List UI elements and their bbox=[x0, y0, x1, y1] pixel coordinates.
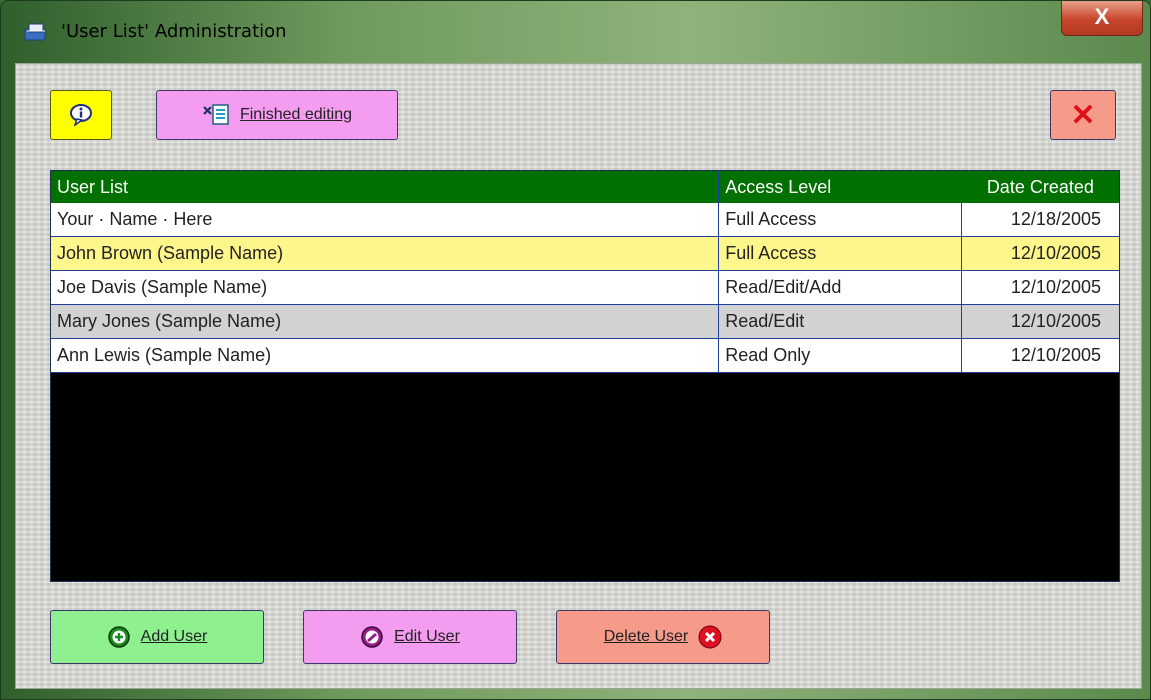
cell-user-name[interactable]: Mary Jones (Sample Name) bbox=[51, 304, 720, 339]
window-title: 'User List' Administration bbox=[61, 21, 287, 42]
edit-document-icon bbox=[203, 104, 229, 125]
delete-user-button[interactable]: Delete User bbox=[556, 610, 770, 664]
table-header-row: User List Access Level Date Created bbox=[51, 171, 1119, 203]
cell-access-level[interactable]: Read/Edit bbox=[718, 304, 962, 339]
header-user-list[interactable]: User List bbox=[51, 171, 720, 203]
header-date-created[interactable]: Date Created bbox=[961, 171, 1119, 203]
cell-access-level[interactable]: Read Only bbox=[718, 338, 962, 373]
add-user-label: Add User bbox=[140, 628, 208, 645]
title-bar: 'User List' Administration X bbox=[1, 1, 1151, 63]
cell-date-created[interactable]: 12/10/2005 bbox=[961, 304, 1119, 339]
header-access-level[interactable]: Access Level bbox=[718, 171, 962, 203]
cell-user-name[interactable]: Joe Davis (Sample Name) bbox=[51, 270, 720, 305]
finished-editing-label: Finished editing bbox=[239, 106, 353, 123]
cell-access-level[interactable]: Full Access bbox=[718, 203, 962, 237]
client-area: Finished editing ✕ User List Access Leve… bbox=[15, 63, 1142, 689]
cell-user-name[interactable]: Your · Name · Here bbox=[51, 203, 720, 237]
app-icon bbox=[24, 23, 46, 41]
cell-date-created[interactable]: 12/18/2005 bbox=[961, 203, 1119, 237]
add-user-button[interactable]: Add User bbox=[50, 610, 264, 664]
cell-user-name[interactable]: Ann Lewis (Sample Name) bbox=[51, 338, 720, 373]
edit-pencil-icon bbox=[361, 626, 383, 648]
user-table: User List Access Level Date Created Your… bbox=[51, 171, 1119, 373]
user-list-grid: User List Access Level Date Created Your… bbox=[50, 170, 1120, 582]
finished-editing-button[interactable]: Finished editing bbox=[156, 90, 398, 140]
cell-date-created[interactable]: 12/10/2005 bbox=[961, 270, 1119, 305]
table-row[interactable]: Joe Davis (Sample Name) Read/Edit/Add 12/1… bbox=[51, 270, 1119, 305]
edit-user-label: Edit User bbox=[394, 628, 460, 645]
plus-circle-icon bbox=[107, 626, 130, 648]
table-row[interactable]: Mary Jones (Sample Name) Read/Edit 12/10/2… bbox=[51, 304, 1119, 339]
cell-access-level[interactable]: Full Access bbox=[718, 236, 962, 271]
table-row[interactable]: Your · Name · Here Full Access 12/18/2005 bbox=[51, 203, 1119, 237]
cell-date-created[interactable]: 12/10/2005 bbox=[961, 236, 1119, 271]
admin-window: 'User List' Administration X Finished ed… bbox=[0, 0, 1151, 700]
edit-user-button[interactable]: Edit User bbox=[303, 610, 517, 664]
delete-circle-icon bbox=[698, 625, 722, 649]
table-row[interactable]: Ann Lewis (Sample Name) Read Only 12/10/20… bbox=[51, 338, 1119, 373]
delete-user-label: Delete User bbox=[603, 628, 689, 645]
cell-user-name[interactable]: John Brown (Sample Name) bbox=[51, 236, 720, 271]
window-close-button[interactable]: X bbox=[1061, 1, 1143, 36]
info-button[interactable] bbox=[50, 90, 112, 140]
table-row[interactable]: John Brown (Sample Name) Full Access 12/10… bbox=[51, 236, 1119, 271]
info-bubble-icon bbox=[70, 104, 92, 126]
cell-access-level[interactable]: Read/Edit/Add bbox=[718, 270, 962, 305]
close-button[interactable]: ✕ bbox=[1050, 90, 1116, 140]
cell-date-created[interactable]: 12/10/2005 bbox=[961, 338, 1119, 373]
